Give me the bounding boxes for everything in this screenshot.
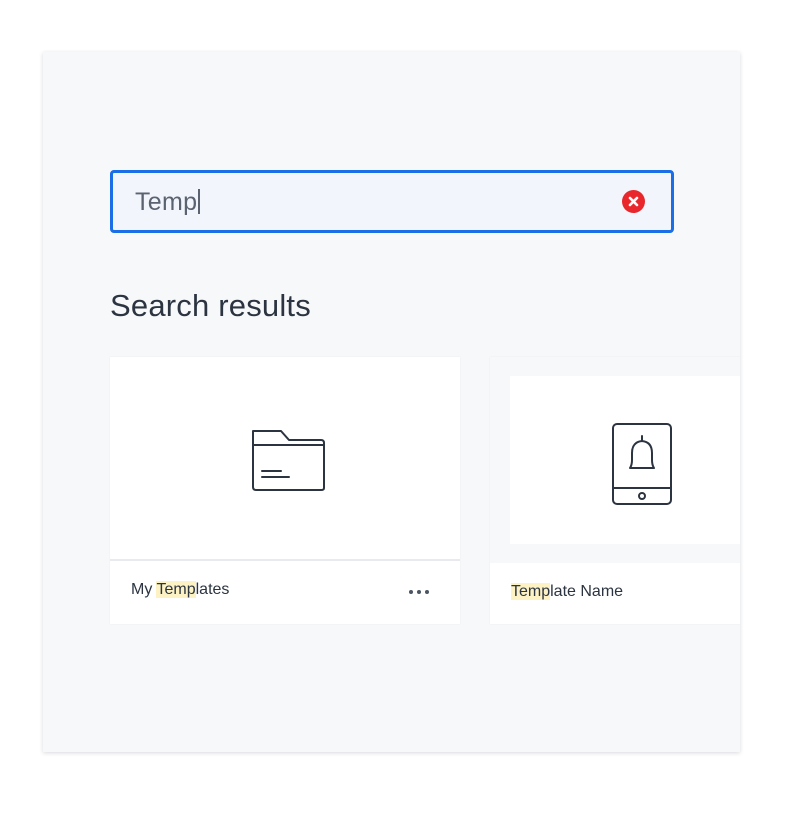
card-preview — [490, 357, 740, 563]
card-name: My Templates — [131, 581, 230, 598]
card-footer: Template Name — [490, 563, 740, 624]
result-card-my-templates[interactable]: My Templates — [110, 357, 460, 624]
search-input[interactable]: Temp — [110, 170, 674, 233]
mobile-notification-icon — [612, 423, 672, 505]
more-horizontal-icon — [409, 590, 429, 594]
result-card-template-name[interactable]: Template Name — [490, 357, 740, 624]
close-icon — [628, 196, 639, 207]
search-results-title: Search results — [110, 288, 311, 323]
more-options-button[interactable] — [407, 585, 431, 597]
search-input-value: Temp — [135, 187, 200, 217]
text-caret — [198, 189, 200, 214]
template-thumbnail — [510, 376, 740, 544]
card-name: Template Name — [511, 583, 624, 600]
card-preview — [110, 357, 460, 561]
template-picker-panel: Temp Search results My Templates Templat… — [43, 52, 740, 752]
search-match-highlight: Temp — [156, 581, 196, 598]
clear-search-button[interactable] — [622, 190, 645, 213]
search-match-highlight: Temp — [511, 583, 551, 600]
folder-icon — [252, 430, 325, 491]
card-footer: My Templates — [110, 561, 460, 624]
